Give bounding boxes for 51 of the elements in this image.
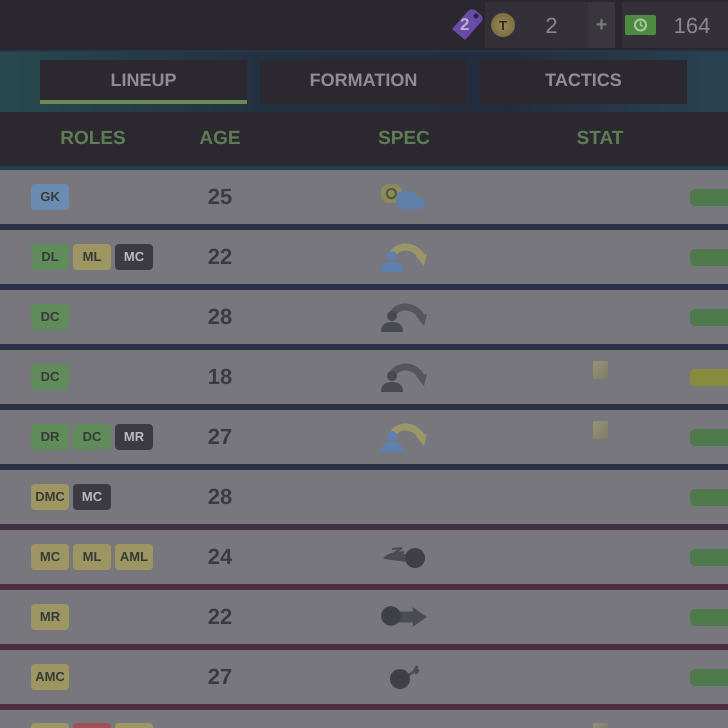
role-badge: AML [115, 544, 153, 570]
column-header: AGE [199, 126, 241, 151]
player-row[interactable]: DC 28 [0, 290, 728, 344]
player-row[interactable]: DL ML MC 22 [0, 230, 728, 284]
role-badge: DL [31, 244, 69, 270]
badge-count: 2 [460, 16, 470, 33]
tag-icon [450, 7, 484, 43]
banknote-icon [625, 15, 656, 35]
age-value: 28 [208, 486, 232, 508]
coin-icon: T [491, 13, 515, 37]
age-value: 24 [208, 546, 232, 568]
player-row[interactable]: MC ML AML 24 [0, 530, 728, 584]
role-badge: DR [31, 424, 69, 450]
role-badge: DC [31, 304, 69, 330]
role-badge: DC [31, 364, 69, 390]
column-header: SPEC [378, 126, 430, 151]
player-row[interactable]: GK 25 [0, 170, 728, 224]
role-badge: MR [115, 424, 153, 450]
age-value: 25 [208, 186, 232, 208]
age-value: 28 [208, 306, 232, 328]
cash-amount: 164 [672, 12, 712, 40]
player-row[interactable] [0, 710, 728, 728]
column-header: STAT [576, 126, 624, 151]
role-badge: DC [73, 424, 111, 450]
role-badge: MC [31, 544, 69, 570]
age-value: 22 [208, 246, 232, 268]
role-badge: MC [115, 244, 153, 270]
role-badge: AMC [31, 664, 69, 690]
age-value: 18 [208, 366, 232, 388]
role-badge: ML [73, 244, 111, 270]
player-row[interactable]: DR DC MR 27 [0, 410, 728, 464]
coin-amount: 2 [544, 12, 559, 40]
age-value: 27 [208, 666, 232, 688]
age-value: 22 [208, 606, 232, 628]
age-value: 27 [208, 426, 232, 448]
player-row[interactable]: DMC MC 28 [0, 470, 728, 524]
column-header: ROLES [60, 126, 126, 151]
player-row[interactable]: DC 18 [0, 350, 728, 404]
role-badge: GK [31, 184, 69, 210]
player-row[interactable]: AMC 27 [0, 650, 728, 704]
tab[interactable]: LINEUP [40, 60, 247, 104]
player-row[interactable]: MR 22 [0, 590, 728, 644]
role-badge: MC [73, 484, 111, 510]
tab[interactable]: TACTICS [480, 60, 687, 104]
add-button[interactable]: + [588, 2, 615, 48]
target-glove-icon [380, 182, 428, 212]
role-badge: MR [31, 604, 69, 630]
role-badge: ML [73, 544, 111, 570]
role-badge: DMC [31, 484, 69, 510]
ball-spark-icon [387, 665, 421, 689]
tab[interactable]: FORMATION [260, 60, 467, 104]
